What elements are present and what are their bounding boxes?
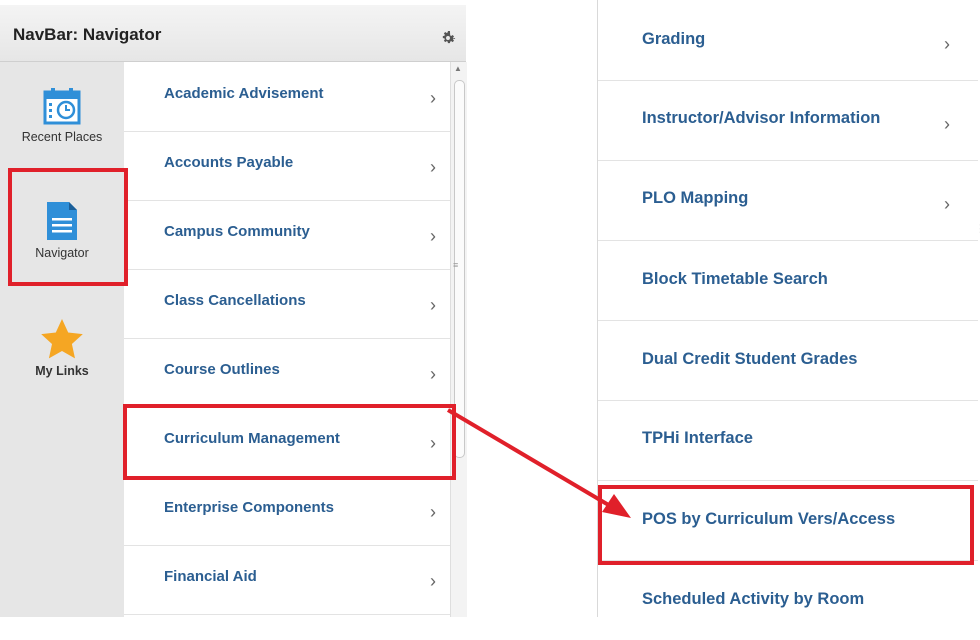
annotation-arrow xyxy=(446,408,631,518)
